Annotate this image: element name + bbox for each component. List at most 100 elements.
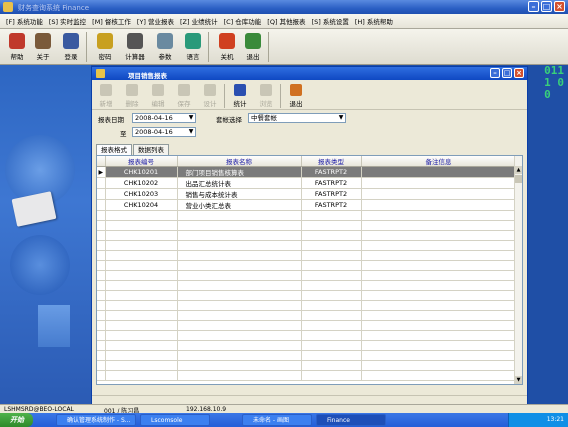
table-cell[interactable]: 部门项目销售核算表 — [177, 166, 302, 178]
table-cell[interactable] — [177, 330, 302, 341]
table-cell[interactable] — [105, 300, 178, 311]
column-header[interactable]: 报表名称 — [177, 156, 302, 167]
menu-item[interactable]: [H] 系统帮助 — [355, 16, 393, 26]
table-cell[interactable] — [361, 310, 517, 321]
table-cell[interactable] — [301, 220, 362, 231]
table-row[interactable] — [97, 270, 517, 281]
report-toolbar-button[interactable]: 编辑 — [146, 84, 170, 108]
table-cell[interactable] — [105, 320, 178, 331]
table-cell[interactable] — [361, 166, 517, 178]
table-cell[interactable]: FASTRPT2 — [301, 166, 362, 178]
table-cell[interactable]: CHK10203 — [105, 188, 178, 200]
child-maximize-icon[interactable]: □ — [502, 68, 512, 78]
table-cell[interactable] — [301, 320, 362, 331]
table-cell[interactable] — [361, 270, 517, 281]
child-minimize-icon[interactable]: – — [490, 68, 500, 78]
table-cell[interactable] — [177, 270, 302, 281]
tab-data-list[interactable]: 数据列表 — [133, 144, 169, 155]
report-toolbar-button[interactable]: 退出 — [284, 84, 308, 108]
toolbar-button[interactable]: 密码 — [92, 33, 118, 61]
toolbar-button[interactable]: 计算器 — [122, 33, 148, 61]
table-cell[interactable] — [177, 230, 302, 241]
table-cell[interactable] — [105, 260, 178, 271]
table-cell[interactable] — [105, 280, 178, 291]
menu-item[interactable]: [Y] 营业报表 — [137, 16, 174, 26]
table-cell[interactable] — [361, 260, 517, 271]
date-from-picker[interactable]: 2008-04-16 ▼ — [132, 113, 196, 123]
table-cell[interactable] — [301, 330, 362, 341]
table-cell[interactable] — [301, 210, 362, 221]
table-cell[interactable] — [361, 188, 517, 200]
table-cell[interactable] — [105, 210, 178, 221]
table-cell[interactable] — [105, 350, 178, 361]
table-cell[interactable] — [177, 240, 302, 251]
table-row[interactable] — [97, 300, 517, 311]
table-cell[interactable] — [105, 220, 178, 231]
table-cell[interactable] — [105, 330, 178, 341]
table-cell[interactable] — [301, 250, 362, 261]
report-toolbar-button[interactable]: 设计 — [198, 84, 222, 108]
table-row[interactable] — [97, 280, 517, 291]
table-cell[interactable]: FASTRPT2 — [301, 199, 362, 211]
menu-item[interactable]: [M] 督核工作 — [92, 16, 131, 26]
table-cell[interactable] — [105, 250, 178, 261]
table-cell[interactable]: CHK10202 — [105, 177, 178, 189]
table-cell[interactable]: FASTRPT2 — [301, 177, 362, 189]
table-cell[interactable] — [361, 250, 517, 261]
menu-item[interactable]: [Z] 业绩统计 — [180, 16, 218, 26]
system-tray-clock[interactable]: 13:21 — [508, 413, 568, 427]
chevron-down-icon[interactable]: ▼ — [186, 128, 195, 136]
table-cell[interactable]: CHK10201 — [105, 166, 178, 178]
table-cell[interactable] — [361, 220, 517, 231]
table-cell[interactable] — [301, 350, 362, 361]
table-cell[interactable] — [301, 290, 362, 301]
table-cell[interactable] — [105, 370, 178, 381]
report-toolbar-button[interactable]: 保存 — [172, 84, 196, 108]
table-cell[interactable] — [301, 240, 362, 251]
table-cell[interactable] — [177, 210, 302, 221]
taskbar-item[interactable]: Lscomsole — [140, 414, 210, 426]
table-cell[interactable] — [361, 177, 517, 189]
maximize-icon[interactable]: □ — [541, 1, 552, 12]
table-row[interactable] — [97, 360, 517, 371]
table-cell[interactable]: FASTRPT2 — [301, 188, 362, 200]
table-cell[interactable] — [177, 260, 302, 271]
taskbar-item[interactable]: 确认管理系统制作 - S... — [56, 414, 136, 426]
date-to-picker[interactable]: 2008-04-16 ▼ — [132, 127, 196, 137]
table-cell[interactable] — [301, 340, 362, 351]
toolbar-button[interactable]: 退出 — [240, 33, 266, 61]
table-cell[interactable] — [177, 310, 302, 321]
table-row[interactable] — [97, 220, 517, 231]
table-row[interactable] — [97, 210, 517, 221]
tab-report-format[interactable]: 报表格式 — [96, 144, 132, 155]
table-row[interactable] — [97, 350, 517, 361]
table-cell[interactable] — [177, 370, 302, 381]
menu-item[interactable]: [S] 系统设置 — [312, 16, 349, 26]
report-toolbar-button[interactable]: 新增 — [94, 84, 118, 108]
chevron-down-icon[interactable]: ▼ — [186, 114, 195, 122]
table-cell[interactable] — [361, 199, 517, 211]
table-cell[interactable] — [361, 350, 517, 361]
table-cell[interactable] — [361, 300, 517, 311]
toolbar-button[interactable]: 参数 — [152, 33, 178, 61]
account-select[interactable]: 中餐套帐 ▼ — [248, 113, 346, 123]
table-cell[interactable] — [361, 320, 517, 331]
start-button[interactable]: 开始 — [0, 413, 33, 427]
taskbar-item[interactable]: 未命名 - 画图 — [242, 414, 312, 426]
table-row[interactable] — [97, 330, 517, 341]
table-cell[interactable] — [361, 280, 517, 291]
table-cell[interactable] — [361, 230, 517, 241]
column-header[interactable]: 报表编号 — [105, 156, 178, 167]
table-row[interactable] — [97, 260, 517, 271]
table-row[interactable] — [97, 310, 517, 321]
chevron-down-icon[interactable]: ▼ — [336, 114, 345, 122]
report-toolbar-button[interactable]: 浏览 — [254, 84, 278, 108]
scroll-down-icon[interactable]: ▼ — [515, 376, 522, 384]
minimize-icon[interactable]: – — [528, 1, 539, 12]
close-icon[interactable]: × — [554, 1, 565, 12]
table-cell[interactable] — [301, 260, 362, 271]
table-cell[interactable] — [105, 240, 178, 251]
table-cell[interactable] — [177, 280, 302, 291]
table-cell[interactable]: 销售与成本统计表 — [177, 188, 302, 200]
table-cell[interactable]: 出品汇总统计表 — [177, 177, 302, 189]
